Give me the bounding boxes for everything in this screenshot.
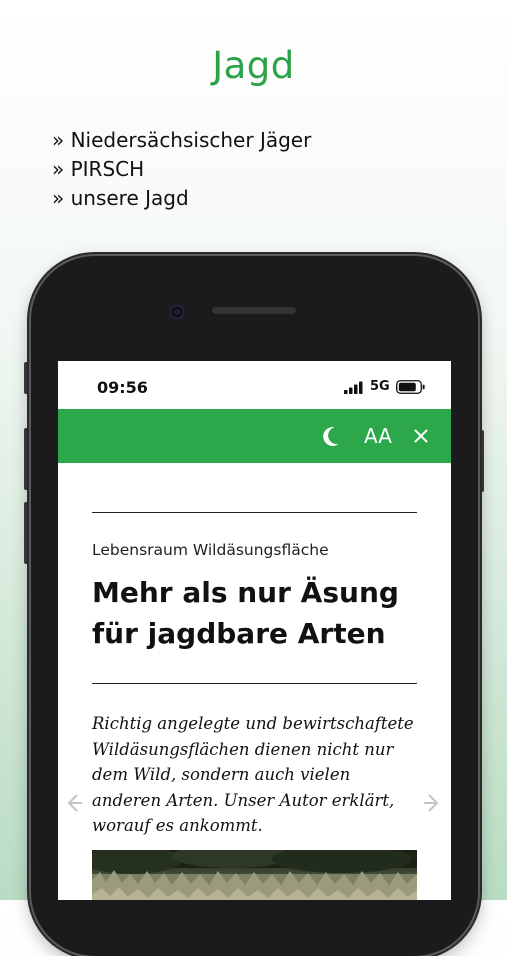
font-size-button[interactable]: AA — [360, 422, 396, 450]
article-image — [92, 850, 417, 900]
front-camera-icon — [171, 306, 183, 318]
font-size-label: AA — [364, 424, 392, 448]
article-intro: Richtig angelegte und bewirtschaftete Wi… — [92, 714, 414, 835]
page-title: Jagd — [212, 44, 295, 87]
close-button[interactable] — [406, 422, 436, 450]
feature-list: » Niedersächsischer Jäger » PIRSCH » uns… — [52, 126, 311, 213]
network-type: 5G — [370, 379, 390, 394]
phone-volume-down-button — [24, 502, 30, 564]
next-article-button[interactable] — [422, 791, 444, 815]
previous-article-button[interactable] — [62, 791, 84, 815]
status-bar: 09:56 5G — [58, 361, 451, 409]
article-kicker: Lebensraum Wildäsungsfläche — [92, 541, 329, 559]
feature-item: » Niedersächsischer Jäger — [52, 128, 312, 152]
feature-item: » PIRSCH — [52, 157, 145, 181]
cellular-signal-icon — [344, 381, 363, 394]
meadow-illustration — [92, 850, 417, 900]
night-mode-button[interactable] — [316, 422, 346, 450]
phone-power-button — [478, 430, 484, 492]
chevron-left-icon — [67, 794, 82, 812]
phone-volume-up-button — [24, 428, 30, 490]
chevron-right-icon — [424, 794, 439, 812]
earpiece-speaker — [212, 307, 296, 314]
article-headline: Mehr als nur Äsung für jagdbare Arten — [92, 576, 399, 650]
battery-icon — [396, 380, 425, 394]
divider — [92, 683, 417, 684]
divider — [92, 512, 417, 513]
phone-screen: 09:56 5G AA Lebensraum Wildäsungsfläche … — [58, 361, 451, 900]
moon-icon — [323, 427, 339, 447]
phone-silent-switch — [24, 362, 30, 394]
reader-toolbar: AA — [58, 409, 451, 463]
close-icon — [414, 429, 428, 443]
feature-item: » unsere Jagd — [52, 186, 189, 210]
status-time: 09:56 — [97, 378, 148, 397]
